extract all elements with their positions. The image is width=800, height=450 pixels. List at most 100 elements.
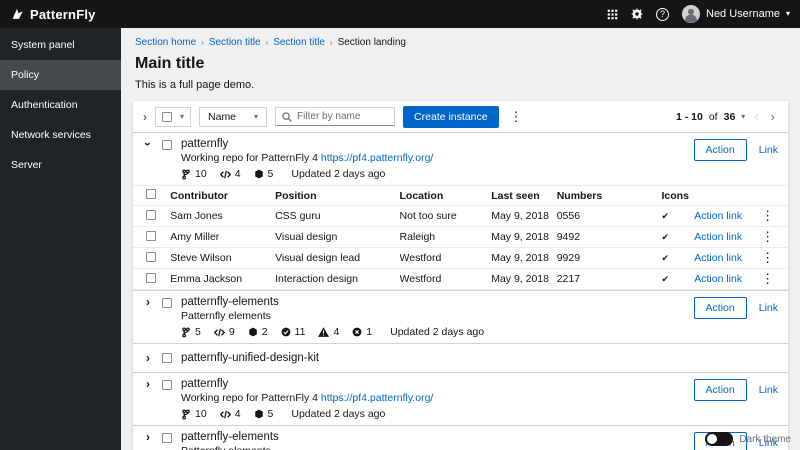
cell-contributor: Sam Jones bbox=[170, 205, 276, 227]
row-expand-chevron-icon[interactable]: › bbox=[143, 378, 153, 390]
search-input[interactable] bbox=[297, 111, 389, 122]
action-link[interactable]: Action link bbox=[694, 205, 754, 227]
dark-theme-label: Dark theme bbox=[739, 433, 791, 445]
table-row: Sam Jones CSS guru Not too sure May 9, 2… bbox=[133, 205, 788, 227]
filter-search bbox=[275, 107, 396, 126]
dark-theme-control: Dark theme bbox=[705, 432, 791, 446]
sidebar-item-system-panel[interactable]: System panel bbox=[0, 30, 121, 60]
action-link[interactable]: Action link bbox=[694, 268, 754, 290]
cell-position: CSS guru bbox=[275, 205, 400, 227]
action-button[interactable]: Action bbox=[693, 379, 747, 401]
help-icon[interactable]: ? bbox=[656, 7, 669, 21]
user-menu[interactable]: Ned Username ▾ bbox=[682, 5, 790, 23]
item-title: patternfly-elements bbox=[181, 431, 279, 443]
attribute-select-value: Name bbox=[208, 110, 237, 123]
item-title: patternfly-unified-design-kit bbox=[181, 352, 320, 364]
create-instance-button[interactable]: Create instance bbox=[403, 105, 499, 128]
row-expand-chevron-icon[interactable]: › bbox=[141, 139, 155, 149]
code-branch-icon bbox=[181, 169, 191, 180]
column-header-last-seen: Last seen bbox=[491, 185, 557, 206]
repo-link[interactable]: https://pf4.patternfly.org/ bbox=[321, 392, 433, 404]
row-checkbox[interactable] bbox=[146, 251, 156, 262]
sidebar-item-network-services[interactable]: Network services bbox=[0, 120, 121, 150]
row-kebab-icon[interactable]: ⋮ bbox=[758, 271, 777, 286]
cell-location: Not too sure bbox=[399, 205, 492, 227]
cell-contributor: Emma Jackson bbox=[170, 268, 276, 290]
contributors-table: Contributor Position Location Last seen … bbox=[133, 185, 788, 290]
cube-icon bbox=[248, 327, 258, 337]
page-description: This is a full page demo. bbox=[135, 79, 255, 91]
table-row: Emma Jackson Interaction design Westford… bbox=[133, 268, 788, 290]
list-item: › patternfly-elements Patternfly element… bbox=[133, 290, 788, 343]
row-kebab-icon[interactable]: ⋮ bbox=[758, 229, 777, 244]
sidebar: System panel Policy Authentication Netwo… bbox=[0, 28, 121, 450]
cell-numbers: 9492 bbox=[556, 226, 662, 248]
cell-last-seen: May 9, 2018 bbox=[491, 268, 557, 290]
avatar bbox=[682, 5, 700, 23]
row-checkbox[interactable] bbox=[162, 140, 172, 150]
sidebar-item-authentication[interactable]: Authentication bbox=[0, 90, 121, 120]
user-name: Ned Username bbox=[706, 8, 780, 20]
row-checkbox[interactable] bbox=[162, 298, 172, 308]
link-button[interactable]: Link bbox=[759, 302, 778, 314]
apps-grid-icon[interactable] bbox=[607, 9, 618, 20]
row-checkbox[interactable] bbox=[146, 272, 156, 283]
attribute-select[interactable]: Name ▾ bbox=[199, 106, 268, 127]
row-checkbox[interactable] bbox=[146, 209, 156, 220]
code-icon bbox=[213, 328, 225, 337]
link-button[interactable]: Link bbox=[759, 384, 778, 396]
row-checkbox[interactable] bbox=[162, 433, 172, 443]
cell-numbers: 0556 bbox=[556, 205, 662, 227]
column-header-position: Position bbox=[275, 185, 400, 206]
code-icon bbox=[219, 410, 231, 419]
row-expand-chevron-icon[interactable]: › bbox=[143, 352, 153, 364]
brand[interactable]: PatternFly bbox=[10, 7, 96, 22]
row-checkbox[interactable] bbox=[162, 380, 172, 390]
pagination-total: 36 bbox=[723, 110, 736, 123]
row-kebab-icon[interactable]: ⋮ bbox=[758, 250, 777, 265]
row-checkbox[interactable] bbox=[146, 230, 156, 241]
cell-position: Visual design lead bbox=[275, 247, 400, 269]
pagination-next-button[interactable]: › bbox=[768, 110, 778, 123]
item-title: patternfly-elements bbox=[181, 296, 279, 308]
sidebar-item-server[interactable]: Server bbox=[0, 150, 121, 180]
chevron-right-icon: › bbox=[265, 38, 269, 47]
link-button[interactable]: Link bbox=[759, 144, 778, 156]
action-link[interactable]: Action link bbox=[694, 226, 754, 248]
table-select-all-checkbox[interactable] bbox=[146, 189, 156, 199]
item-title: patternfly bbox=[181, 378, 229, 390]
row-expand-chevron-icon[interactable]: › bbox=[143, 296, 153, 308]
breadcrumb-link[interactable]: Section title bbox=[273, 37, 325, 48]
dark-theme-toggle[interactable] bbox=[705, 432, 734, 446]
action-button[interactable]: Action bbox=[693, 297, 747, 319]
pagination-prev-button[interactable]: ‹ bbox=[751, 110, 761, 123]
column-header-contributor: Contributor bbox=[170, 185, 276, 206]
item-description: Working repo for PatternFly 4 https://pf… bbox=[181, 152, 434, 164]
check-icon: ✔ bbox=[661, 274, 670, 284]
check-icon: ✔ bbox=[661, 253, 670, 263]
repo-link[interactable]: https://pf4.patternfly.org/ bbox=[321, 152, 433, 164]
pagination-menu-toggle[interactable]: ▾ bbox=[741, 112, 745, 121]
settings-gear-icon[interactable] bbox=[631, 8, 643, 20]
row-kebab-icon[interactable]: ⋮ bbox=[758, 208, 777, 223]
row-expand-chevron-icon[interactable]: › bbox=[143, 431, 153, 443]
action-button[interactable]: Action bbox=[693, 139, 747, 161]
data-list-card: › ▾ Name ▾ Create instance ⋮ bbox=[133, 101, 788, 450]
cube-icon bbox=[254, 409, 264, 419]
breadcrumb-link[interactable]: Section title bbox=[209, 37, 261, 48]
action-link[interactable]: Action link bbox=[694, 247, 754, 269]
item-description: Patternfly elements bbox=[181, 310, 271, 322]
expand-all-chevron-icon[interactable]: › bbox=[143, 111, 147, 123]
code-icon bbox=[219, 170, 231, 179]
cell-contributor: Steve Wilson bbox=[170, 247, 276, 269]
sidebar-item-policy[interactable]: Policy bbox=[0, 60, 121, 90]
row-checkbox[interactable] bbox=[162, 353, 172, 363]
cell-last-seen: May 9, 2018 bbox=[491, 205, 557, 227]
toolbar-kebab-icon[interactable]: ⋮ bbox=[507, 110, 526, 123]
bulk-select-dropdown[interactable]: ▾ bbox=[155, 106, 192, 127]
column-header-icons: Icons bbox=[661, 185, 695, 206]
item-stats: 10 4 5 Updated 2 days ago bbox=[181, 408, 433, 420]
bulk-select-checkbox[interactable] bbox=[162, 111, 172, 122]
item-description: Patternfly elements bbox=[181, 445, 279, 450]
breadcrumb-link[interactable]: Section home bbox=[135, 37, 196, 48]
